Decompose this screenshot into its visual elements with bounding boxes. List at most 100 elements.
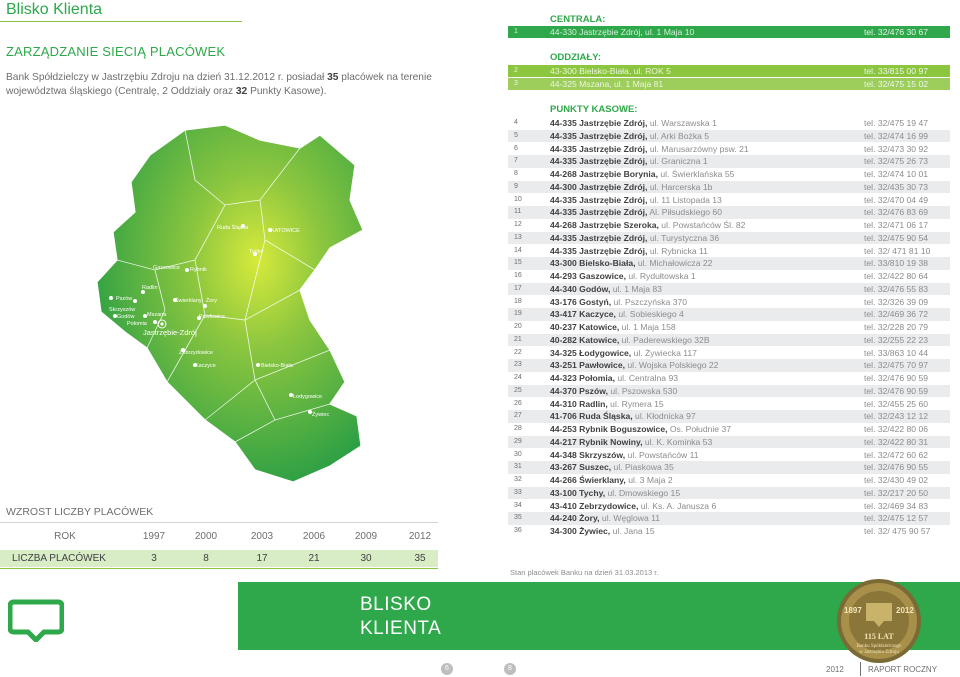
row-phone: tel. 32/473 30 92 bbox=[864, 143, 929, 154]
row-address: 43-300 Bielsko-Biała, ul. ROK 5 bbox=[550, 66, 671, 76]
row-number: 15 bbox=[514, 259, 522, 267]
year-cell: 2009 bbox=[354, 531, 378, 542]
count-cell: 17 bbox=[256, 553, 268, 564]
row-city: 43-176 Gostyń, bbox=[550, 296, 612, 307]
punkt-row: 5 44-335 Jastrzębie Zdrój, ul. Arki Bożka… bbox=[508, 129, 950, 143]
count-cell: 8 bbox=[203, 553, 209, 564]
count-label: LICZBA PLACÓWEK bbox=[12, 553, 106, 564]
row-address: 44-310 Radlin, ul. Rymera 15 bbox=[550, 398, 664, 411]
row-street: ul. Węglowa 11 bbox=[599, 513, 661, 524]
status-note: Stan placówek Banku na dzień 31.03.2013 … bbox=[510, 568, 659, 577]
row-street: ul. K. Kominka 53 bbox=[642, 436, 713, 447]
row-phone: tel. 32/471 06 17 bbox=[864, 220, 929, 230]
row-number: 27 bbox=[514, 412, 522, 420]
row-number: 19 bbox=[514, 310, 522, 318]
row-number: 24 bbox=[514, 374, 522, 381]
row-number: 18 bbox=[514, 297, 522, 305]
row-street: ul. Turystyczna 36 bbox=[647, 232, 720, 243]
row-address: 44-268 Jastrzębie Borynia, ul. Świerklań… bbox=[550, 168, 734, 181]
map-label-katowice: KATOWICE bbox=[271, 228, 300, 234]
banner-line-1: BLISKO bbox=[360, 594, 432, 615]
row-city: 43-417 Kaczyce, bbox=[550, 309, 616, 320]
punkt-row: 24 44-323 Połomia, ul. Centralna 93 tel. 3… bbox=[508, 372, 950, 385]
row-number: 36 bbox=[514, 527, 522, 534]
row-city: 44-348 Skrzyszów, bbox=[550, 449, 626, 460]
row-phone: tel. 32/475 15 02 bbox=[864, 79, 929, 89]
punkt-row: 11 44-335 Jastrzębie Zdrój, Al. Piłsudski… bbox=[508, 206, 950, 219]
map-label-rybnik: Rybnik bbox=[190, 267, 207, 273]
row-address: 44-253 Rybnik Boguszowice, Os. Południe … bbox=[550, 423, 731, 436]
row-number: 20 bbox=[514, 323, 522, 330]
punkt-row: 31 43-267 Suszec, ul. Piaskowa 35 tel. 32/… bbox=[508, 461, 950, 474]
row-address: 44-335 Jastrzębie Zdrój, ul. Rybnicka 11 bbox=[550, 245, 708, 258]
footer-separator bbox=[860, 662, 861, 676]
map-label-mszana: Mszana bbox=[147, 312, 167, 318]
row-number: 3 bbox=[514, 80, 518, 87]
intro-branches: 35 bbox=[327, 72, 339, 83]
row-number: 13 bbox=[514, 233, 522, 241]
row-address: 44-335 Jastrzębie Zdrój, ul. 11 Listopad… bbox=[550, 194, 722, 207]
row-phone: tel. 32/474 16 99 bbox=[864, 130, 929, 141]
region-map: Gaszowice Rybnik Radlin Pszów Świerklany… bbox=[96, 124, 364, 483]
row-address: 40-237 Katowice, ul. 1 Maja 158 bbox=[550, 321, 676, 334]
row-number: 16 bbox=[514, 272, 522, 279]
punkt-row: 35 44-240 Żory, ul. Węglowa 11 tel. 32/475… bbox=[508, 512, 950, 525]
growth-divider bbox=[0, 522, 438, 523]
row-city: 34-300 Żywiec, bbox=[550, 526, 611, 536]
row-city: 44-293 Gaszowice, bbox=[550, 271, 626, 281]
row-address: 44-217 Rybnik Nowiny, ul. K. Kominka 53 bbox=[550, 436, 712, 449]
row-city: 43-251 Pawłowice, bbox=[550, 360, 625, 371]
row-street: ul. Graniczna 1 bbox=[647, 156, 708, 167]
row-street: Os. Południe 37 bbox=[667, 424, 732, 434]
row-street: ul. Rymera 15 bbox=[607, 398, 664, 409]
medal-year-left: 1897 bbox=[844, 606, 862, 615]
row-phone: tel. 33/815 00 97 bbox=[864, 66, 929, 76]
row-number: 26 bbox=[514, 399, 522, 407]
map-label-zywiec: Żywiec bbox=[312, 411, 329, 418]
map-label-skrzyszow: Skrzyszów bbox=[109, 307, 135, 313]
map-label-bielsko: Bielsko-Biała bbox=[261, 363, 294, 369]
row-number: 4 bbox=[514, 119, 518, 126]
banner-title: BLISKO KLIENTA bbox=[360, 593, 441, 641]
row-city: 44-266 Świerklany, bbox=[550, 475, 626, 485]
row-city: 44-268 Jastrzębie Szeroka, bbox=[550, 220, 659, 230]
row-city: 44-217 Rybnik Nowiny, bbox=[550, 436, 643, 447]
map-marker bbox=[185, 268, 189, 272]
growth-count-row: LICZBA PLACÓWEK 3 8 17 21 30 35 bbox=[0, 550, 438, 567]
row-address: 44-335 Jastrzębie Zdrój, ul. Marusarzówn… bbox=[550, 143, 749, 156]
row-phone: tel. 32/476 90 59 bbox=[864, 385, 929, 396]
row-phone: tel. 32/475 70 97 bbox=[864, 360, 929, 371]
punkty-header: PUNKTY KASOWE: bbox=[550, 104, 638, 115]
map-label-gaszowice: Gaszowice bbox=[153, 265, 180, 271]
year-cell: 2012 bbox=[408, 531, 432, 542]
punkt-row: 33 43-100 Tychy, ul. Dmowskiego 15 tel. 32… bbox=[508, 486, 950, 500]
punkt-row: 36 34-300 Żywiec, ul. Jana 15 tel. 32/ 475… bbox=[508, 525, 950, 538]
intro-text-1: Bank Spółdzielczy w Jastrzębiu Zdroju na… bbox=[6, 72, 328, 83]
row-address: 44-268 Jastrzębie Szeroka, ul. Powstańcó… bbox=[550, 219, 745, 232]
medal-line-2: w Jastrzębiu Zdroju bbox=[859, 650, 899, 655]
row-street: ul. Harcerska 1b bbox=[647, 181, 713, 192]
row-number: 28 bbox=[514, 425, 522, 432]
page-number-left[interactable]: 6 bbox=[441, 663, 453, 675]
map-label-zebrzydowice: Zebrzydowice bbox=[179, 350, 213, 356]
row-street: ul. Żywiecka 117 bbox=[631, 347, 697, 358]
map-marker bbox=[109, 296, 113, 300]
row-street: ul. Powstańców Śl. 82 bbox=[658, 220, 746, 230]
row-street: ul. 3 Maja 2 bbox=[625, 475, 673, 485]
row-phone: tel. 32/470 04 49 bbox=[864, 194, 929, 205]
row-street: ul. Paderewskiego 32B bbox=[619, 334, 710, 345]
row-number: 34 bbox=[514, 501, 522, 509]
row-number: 21 bbox=[514, 335, 522, 343]
row-city: 44-240 Żory, bbox=[550, 513, 600, 524]
map-label-zory: Żory bbox=[206, 297, 217, 304]
year-cell: 1997 bbox=[142, 531, 166, 542]
punkt-row: 4 44-335 Jastrzębie Zdrój, ul. Warszawska… bbox=[508, 117, 950, 130]
row-number: 9 bbox=[514, 182, 518, 190]
oddzial-row: 2 43-300 Bielsko-Biała, ul. ROK 5 tel. 3… bbox=[508, 65, 950, 77]
page-number-right[interactable]: 8 bbox=[504, 663, 516, 675]
medal-year-right: 2012 bbox=[896, 606, 914, 615]
row-phone: tel. 32/476 83 69 bbox=[864, 207, 929, 218]
oddzialy-header: ODDZIAŁY: bbox=[550, 52, 602, 63]
row-address: 43-251 Pawłowice, ul. Wojska Polskiego 2… bbox=[550, 359, 718, 372]
punkt-row: 19 43-417 Kaczyce, ul. Sobieskiego 4 tel. … bbox=[508, 308, 950, 321]
